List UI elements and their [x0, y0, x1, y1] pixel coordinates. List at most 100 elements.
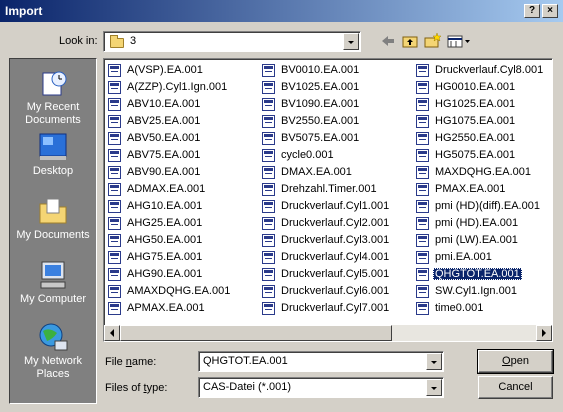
recent-documents-icon	[37, 67, 69, 99]
file-item[interactable]: MAXDQHG.EA.001	[415, 164, 545, 181]
cancel-button[interactable]: Cancel	[478, 376, 553, 399]
scroll-thumb[interactable]	[120, 325, 392, 341]
filetype-select[interactable]: CAS-Datei (*.001)	[198, 377, 444, 398]
file-item[interactable]: time0.001	[415, 300, 545, 317]
lookin-combo[interactable]: 3	[103, 31, 361, 52]
place-my-documents[interactable]: My Documents	[10, 195, 96, 242]
places-bar: My Recent Documents Desktop My Documents…	[9, 58, 97, 404]
file-list[interactable]: A(VSP).EA.001 A(ZZP).Cyl1.Ign.001 ABV10.EA…	[103, 58, 553, 342]
file-item[interactable]: pmi (HD)(diff).EA.001	[415, 198, 545, 215]
file-item[interactable]: BV0010.EA.001	[261, 62, 391, 79]
file-item[interactable]: APMAX.EA.001	[107, 300, 232, 317]
file-name: AMAXDQHG.EA.001	[127, 285, 231, 297]
file-name: A(ZZP).Cyl1.Ign.001	[127, 81, 228, 93]
file-item[interactable]: ABV90.EA.001	[107, 164, 232, 181]
file-icon	[416, 268, 429, 281]
place-my-computer[interactable]: My Computer	[10, 259, 96, 306]
file-name: Druckverlauf.Cyl6.001	[281, 285, 390, 297]
file-icon	[416, 200, 429, 213]
file-item[interactable]: Druckverlauf.Cyl5.001	[261, 266, 391, 283]
horizontal-scrollbar[interactable]	[104, 325, 552, 341]
place-recent-documents[interactable]: My Recent Documents	[10, 67, 96, 127]
file-name: ADMAX.EA.001	[127, 183, 206, 195]
file-icon	[108, 268, 121, 281]
file-item[interactable]: pmi.EA.001	[415, 249, 545, 266]
file-item[interactable]: ABV50.EA.001	[107, 130, 232, 147]
file-item[interactable]: PMAX.EA.001	[415, 181, 545, 198]
file-name: DMAX.EA.001	[281, 166, 352, 178]
file-item[interactable]: Drehzahl.Timer.001	[261, 181, 391, 198]
file-item[interactable]: HG5075.EA.001	[415, 147, 545, 164]
close-button[interactable]: ×	[542, 4, 558, 18]
scroll-right-button[interactable]	[536, 325, 552, 341]
file-item[interactable]: SW.Cyl1.Ign.001	[415, 283, 545, 300]
file-item[interactable]: QHGTOT.EA.001	[415, 266, 545, 283]
file-icon	[262, 132, 275, 145]
place-my-network-places[interactable]: My Network Places	[10, 321, 96, 381]
file-item[interactable]: AHG50.EA.001	[107, 232, 232, 249]
file-item[interactable]: BV5075.EA.001	[261, 130, 391, 147]
file-item[interactable]: ADMAX.EA.001	[107, 181, 232, 198]
file-item[interactable]: A(VSP).EA.001	[107, 62, 232, 79]
file-item[interactable]: cycle0.001	[261, 147, 391, 164]
file-item[interactable]: ABV25.EA.001	[107, 113, 232, 130]
chevron-down-icon[interactable]	[426, 353, 442, 370]
file-name: ABV25.EA.001	[127, 115, 201, 127]
open-button[interactable]: Open	[477, 349, 554, 374]
filetype-label: Files of type:	[105, 382, 168, 394]
back-icon[interactable]	[378, 32, 398, 50]
chevron-down-icon[interactable]	[343, 33, 359, 50]
file-item[interactable]: HG1075.EA.001	[415, 113, 545, 130]
file-item[interactable]: AHG25.EA.001	[107, 215, 232, 232]
file-item[interactable]: AHG75.EA.001	[107, 249, 232, 266]
file-name: BV5075.EA.001	[281, 132, 360, 144]
file-name: HG1075.EA.001	[435, 115, 516, 127]
help-button[interactable]: ?	[524, 4, 540, 18]
file-name: Druckverlauf.Cyl7.001	[281, 302, 390, 314]
file-item[interactable]: Druckverlauf.Cyl3.001	[261, 232, 391, 249]
filename-label: File name:	[105, 356, 157, 368]
file-icon	[108, 251, 121, 264]
file-item[interactable]: Druckverlauf.Cyl6.001	[261, 283, 391, 300]
file-name: time0.001	[435, 302, 484, 314]
filename-input[interactable]: QHGTOT.EA.001	[198, 351, 444, 372]
file-item[interactable]: AHG90.EA.001	[107, 266, 232, 283]
file-name: Druckverlauf.Cyl3.001	[281, 234, 390, 246]
place-desktop[interactable]: Desktop	[10, 131, 96, 178]
file-item[interactable]: BV1090.EA.001	[261, 96, 391, 113]
file-icon	[108, 217, 121, 230]
scroll-left-button[interactable]	[104, 325, 120, 341]
file-icon	[262, 217, 275, 230]
file-item[interactable]: HG2550.EA.001	[415, 130, 545, 147]
file-item[interactable]: ABV10.EA.001	[107, 96, 232, 113]
file-item[interactable]: AHG10.EA.001	[107, 198, 232, 215]
file-name: Druckverlauf.Cyl2.001	[281, 217, 390, 229]
file-item[interactable]: Druckverlauf.Cyl7.001	[261, 300, 391, 317]
file-icon	[108, 302, 121, 315]
file-item[interactable]: A(ZZP).Cyl1.Ign.001	[107, 79, 232, 96]
file-item[interactable]: DMAX.EA.001	[261, 164, 391, 181]
up-folder-icon[interactable]	[400, 32, 420, 50]
file-item[interactable]: BV2550.EA.001	[261, 113, 391, 130]
file-item[interactable]: Druckverlauf.Cyl8.001	[415, 62, 545, 79]
file-item[interactable]: BV1025.EA.001	[261, 79, 391, 96]
file-icon	[416, 149, 429, 162]
file-icon	[416, 217, 429, 230]
file-icon	[262, 268, 275, 281]
file-item[interactable]: Druckverlauf.Cyl2.001	[261, 215, 391, 232]
file-item[interactable]: HG1025.EA.001	[415, 96, 545, 113]
file-column-1: A(VSP).EA.001 A(ZZP).Cyl1.Ign.001 ABV10.EA…	[107, 62, 232, 317]
view-menu-icon[interactable]	[446, 32, 472, 50]
file-icon	[416, 302, 429, 315]
file-item[interactable]: ABV75.EA.001	[107, 147, 232, 164]
file-item[interactable]: AMAXDQHG.EA.001	[107, 283, 232, 300]
chevron-down-icon[interactable]	[426, 379, 442, 396]
file-item[interactable]: HG0010.EA.001	[415, 79, 545, 96]
file-item[interactable]: pmi (LW).EA.001	[415, 232, 545, 249]
file-icon	[262, 183, 275, 196]
title-bar: Import ? ×	[0, 0, 563, 22]
file-item[interactable]: pmi (HD).EA.001	[415, 215, 545, 232]
file-item[interactable]: Druckverlauf.Cyl4.001	[261, 249, 391, 266]
new-folder-icon[interactable]	[422, 32, 442, 50]
file-item[interactable]: Druckverlauf.Cyl1.001	[261, 198, 391, 215]
